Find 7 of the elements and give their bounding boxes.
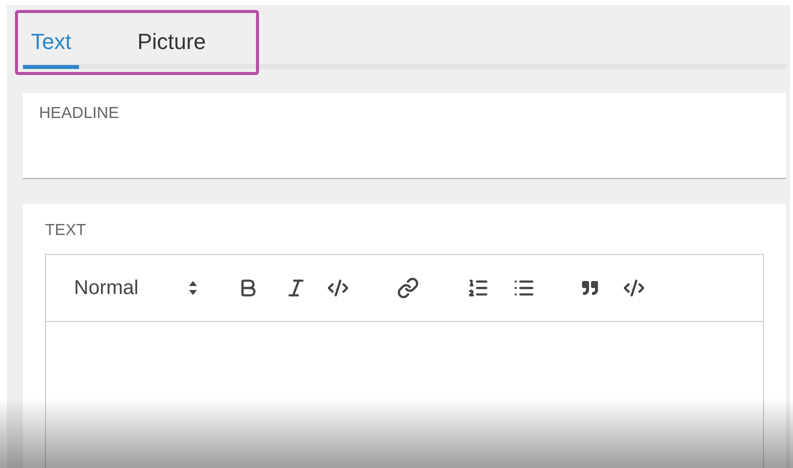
field-label: TEXT xyxy=(45,222,87,240)
headline-field[interactable]: HEADLINE xyxy=(23,93,786,179)
tab[interactable]: Picture xyxy=(129,5,214,69)
up-down-arrows-icon xyxy=(188,280,198,296)
link-button[interactable] xyxy=(396,276,420,300)
format-select[interactable]: Normal xyxy=(74,276,198,300)
field-label: HEADLINE xyxy=(39,105,120,123)
